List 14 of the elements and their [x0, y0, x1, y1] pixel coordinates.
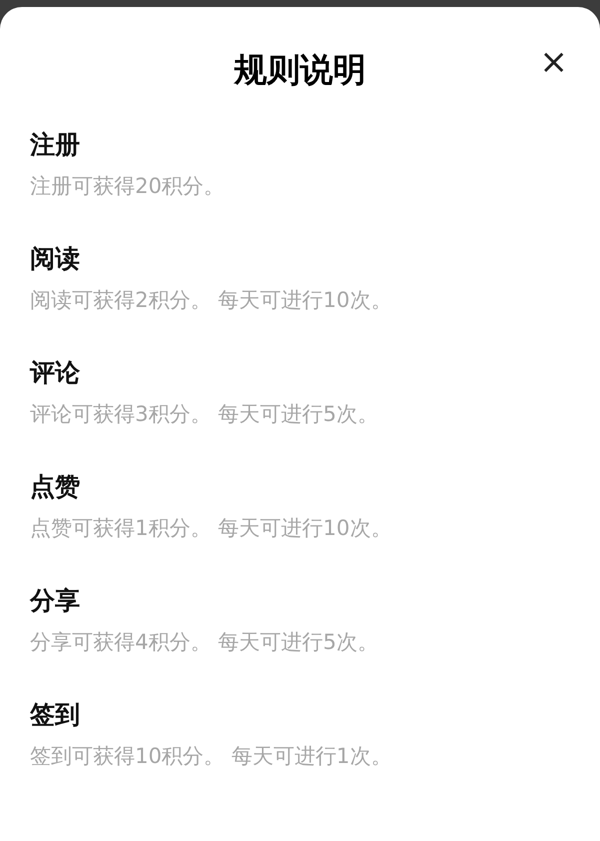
rule-description: 分享可获得4积分。 每天可进行5次。 [30, 629, 380, 656]
rule-description: 阅读可获得2积分。 每天可进行10次。 [30, 287, 393, 314]
rule-title: 点赞 [30, 471, 81, 503]
rule-title: 签到 [30, 699, 81, 731]
rule-title: 分享 [30, 585, 81, 617]
rule-description: 注册可获得20积分。 [30, 173, 226, 200]
rule-description: 点赞可获得1积分。 每天可进行10次。 [30, 515, 393, 542]
dialog-title: 规则说明 [234, 49, 366, 92]
rule-description: 签到可获得10积分。 每天可进行1次。 [30, 743, 393, 770]
rule-description: 评论可获得3积分。 每天可进行5次。 [30, 401, 380, 428]
rule-title: 评论 [30, 357, 81, 389]
rule-title: 阅读 [30, 243, 81, 275]
close-button[interactable]: × [540, 45, 568, 79]
rule-title: 注册 [30, 129, 81, 161]
